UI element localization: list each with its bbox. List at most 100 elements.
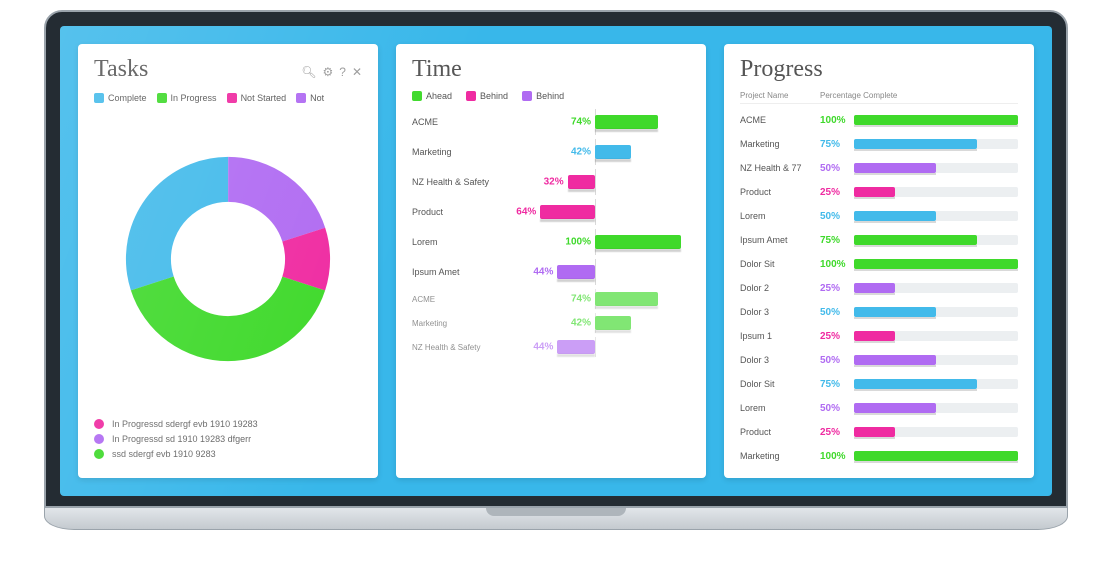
time-label: Marketing bbox=[412, 319, 500, 328]
progress-bar-fill bbox=[854, 331, 895, 341]
close-icon[interactable]: ✕ bbox=[352, 65, 362, 79]
time-center-line bbox=[595, 169, 596, 195]
progress-pct: 25% bbox=[820, 187, 854, 198]
legend-item: Behind bbox=[522, 91, 564, 101]
progress-name: Marketing bbox=[740, 451, 820, 461]
footnote-text: In Progressd sd 1910 19283 dfgerr bbox=[112, 434, 251, 444]
progress-name: Dolor 3 bbox=[740, 355, 820, 365]
progress-bar-track bbox=[854, 427, 1018, 437]
time-row: NZ Health & Safety 32% bbox=[412, 167, 690, 197]
progress-bar-fill bbox=[854, 307, 936, 317]
progress-bar-track bbox=[854, 163, 1018, 173]
progress-bar-fill bbox=[854, 163, 936, 173]
progress-pct: 50% bbox=[820, 163, 854, 174]
legend-item: Not bbox=[296, 93, 324, 103]
progress-row: Lorem 50% bbox=[740, 396, 1018, 420]
progress-bar-track bbox=[854, 235, 1018, 245]
time-bar bbox=[595, 145, 631, 159]
time-bar bbox=[595, 316, 631, 330]
dashboard-screen: Tasks 🔍︎ ⚙︎ ? ✕ CompleteIn ProgressNot S… bbox=[60, 26, 1052, 496]
time-card: Time AheadBehindBehind ACME 74% Marketin… bbox=[396, 44, 706, 478]
progress-pct: 100% bbox=[820, 259, 854, 270]
time-track: 32% bbox=[500, 167, 690, 197]
progress-bar-fill bbox=[854, 259, 1018, 269]
time-bar bbox=[568, 175, 595, 189]
legend-swatch bbox=[296, 93, 306, 103]
progress-pct: 100% bbox=[820, 115, 854, 126]
legend-swatch bbox=[94, 93, 104, 103]
time-label: ACME bbox=[412, 295, 500, 304]
time-value: 42% bbox=[571, 318, 591, 329]
progress-bar-track bbox=[854, 307, 1018, 317]
progress-col-name: Project Name bbox=[740, 91, 820, 100]
time-bar bbox=[595, 292, 658, 306]
tasks-footnotes: In Progressd sdergf evb 1910 19283 In Pro… bbox=[94, 414, 362, 464]
help-icon[interactable]: ? bbox=[339, 65, 346, 79]
progress-name: Product bbox=[740, 187, 820, 197]
progress-name: Ipsum 1 bbox=[740, 331, 820, 341]
progress-name: Dolor 2 bbox=[740, 283, 820, 293]
progress-pct: 50% bbox=[820, 355, 854, 366]
footnote-swatch bbox=[94, 419, 104, 429]
progress-pct: 50% bbox=[820, 403, 854, 414]
time-label: NZ Health & Safety bbox=[412, 343, 500, 352]
progress-row: Product 25% bbox=[740, 420, 1018, 444]
progress-row: Ipsum 1 25% bbox=[740, 324, 1018, 348]
progress-row: Lorem 50% bbox=[740, 204, 1018, 228]
time-label: ACME bbox=[412, 117, 500, 127]
time-row: NZ Health & Safety 44% bbox=[412, 335, 690, 359]
progress-bar-track bbox=[854, 283, 1018, 293]
time-row: ACME 74% bbox=[412, 287, 690, 311]
time-center-line bbox=[595, 259, 596, 285]
progress-name: Lorem bbox=[740, 403, 820, 413]
footnote-text: ssd sdergf evb 1910 9283 bbox=[112, 449, 216, 459]
progress-row: Marketing 75% bbox=[740, 132, 1018, 156]
time-value: 44% bbox=[533, 342, 553, 353]
progress-pct: 100% bbox=[820, 451, 854, 462]
legend-label: Not bbox=[310, 93, 324, 103]
progress-title: Progress bbox=[740, 56, 1018, 83]
gear-icon[interactable]: ⚙︎ bbox=[322, 65, 333, 79]
progress-pct: 25% bbox=[820, 331, 854, 342]
time-bar bbox=[595, 235, 681, 249]
progress-bar-track bbox=[854, 403, 1018, 413]
progress-bar-track bbox=[854, 355, 1018, 365]
progress-row: Marketing 100% bbox=[740, 444, 1018, 464]
time-label: Lorem bbox=[412, 237, 500, 247]
time-title: Time bbox=[412, 56, 690, 83]
time-row: Marketing 42% bbox=[412, 311, 690, 335]
time-chart: ACME 74% Marketing 42% NZ Health & Safet… bbox=[412, 107, 690, 464]
progress-name: Product bbox=[740, 427, 820, 437]
progress-name: Ipsum Amet bbox=[740, 235, 820, 245]
progress-pct: 75% bbox=[820, 139, 854, 150]
legend-label: In Progress bbox=[171, 93, 217, 103]
progress-rows: ACME 100% Marketing 75% NZ Health & 77 5… bbox=[740, 108, 1018, 464]
footnote-row: ssd sdergf evb 1910 9283 bbox=[94, 449, 362, 459]
legend-label: Complete bbox=[108, 93, 147, 103]
progress-name: Dolor Sit bbox=[740, 379, 820, 389]
legend-label: Not Started bbox=[241, 93, 287, 103]
time-value: 44% bbox=[533, 267, 553, 278]
progress-pct: 75% bbox=[820, 379, 854, 390]
legend-item: Not Started bbox=[227, 93, 287, 103]
legend-item: Complete bbox=[94, 93, 147, 103]
time-value: 100% bbox=[565, 237, 591, 248]
time-row: Ipsum Amet 44% bbox=[412, 257, 690, 287]
time-label: NZ Health & Safety bbox=[412, 177, 500, 187]
laptop-frame: Tasks 🔍︎ ⚙︎ ? ✕ CompleteIn ProgressNot S… bbox=[44, 10, 1068, 530]
time-label: Ipsum Amet bbox=[412, 267, 500, 277]
progress-bar-fill bbox=[854, 235, 977, 245]
search-icon[interactable]: 🔍︎ bbox=[301, 65, 316, 79]
time-value: 74% bbox=[571, 117, 591, 128]
footnote-text: In Progressd sdergf evb 1910 19283 bbox=[112, 419, 258, 429]
progress-row: Dolor Sit 75% bbox=[740, 372, 1018, 396]
tasks-donut-chart bbox=[94, 111, 362, 406]
time-legend: AheadBehindBehind bbox=[412, 91, 690, 101]
time-bar bbox=[557, 265, 595, 279]
progress-bar-fill bbox=[854, 355, 936, 365]
progress-pct: 25% bbox=[820, 283, 854, 294]
progress-bar-fill bbox=[854, 187, 895, 197]
progress-card: Progress Project Name Percentage Complet… bbox=[724, 44, 1034, 478]
progress-bar-track bbox=[854, 211, 1018, 221]
progress-col-pct: Percentage Complete bbox=[820, 91, 1018, 100]
